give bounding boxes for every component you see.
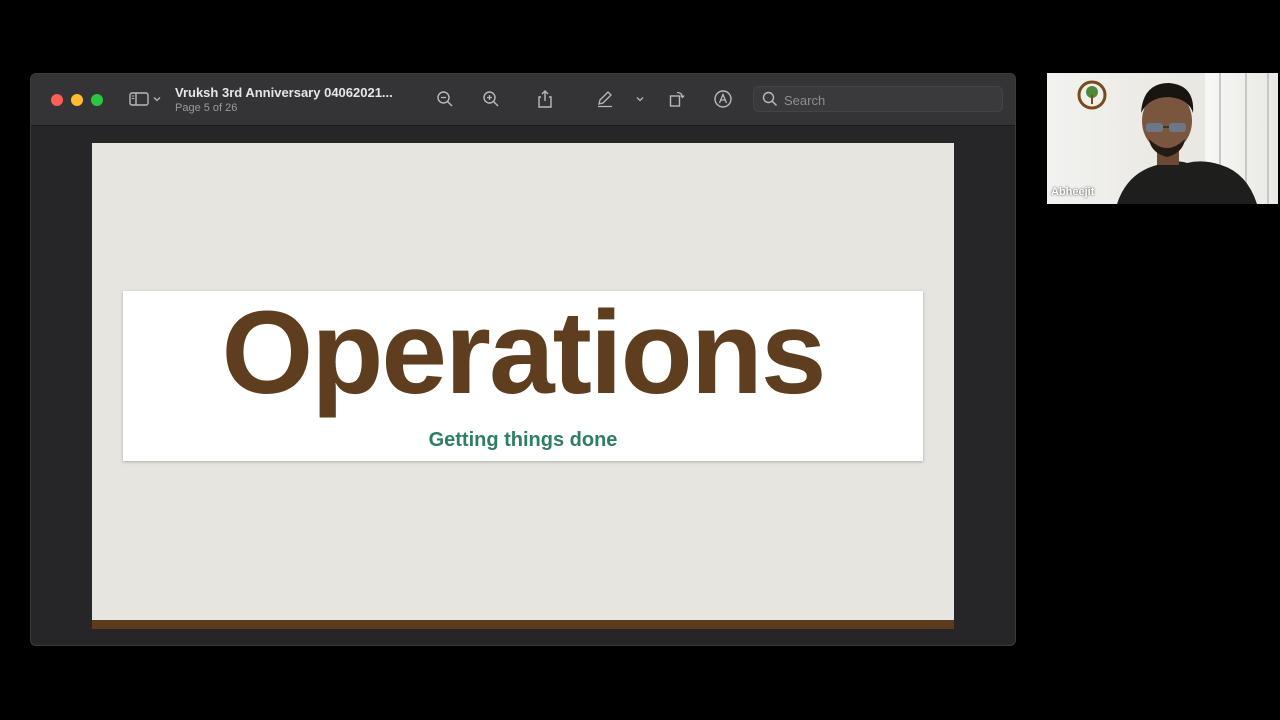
sidebar-icon [128,92,149,106]
zoom-in-icon [483,91,499,107]
markup-button[interactable] [593,86,617,112]
markup-pen-icon [598,91,612,108]
document-viewport[interactable]: Operations Getting things done [31,126,1015,645]
slide-page: Operations Getting things done [92,143,954,629]
maximize-window-button[interactable] [91,94,103,106]
participant-name: Abheejit [1051,186,1095,198]
page-indicator: Page 5 of 26 [175,102,238,114]
search-icon [762,91,778,107]
markup-options-button[interactable] [633,86,647,112]
slide-subtitle: Getting things done [428,429,618,451]
minimize-window-button[interactable] [71,94,83,106]
vruksh-logo-icon [1077,80,1107,110]
rotate-icon [669,91,685,107]
share-icon [538,90,552,108]
participant-video-feed [1117,83,1257,204]
rotate-button[interactable] [665,86,689,112]
annotate-button[interactable] [711,86,735,112]
slide-footer-bar [92,620,954,629]
participant-video-tile[interactable]: Abheejit [1047,73,1278,204]
chevron-down-icon [636,97,644,102]
share-button[interactable] [533,86,557,112]
zoom-in-button[interactable] [479,86,503,112]
zoom-out-icon [437,91,453,107]
zoom-out-button[interactable] [433,86,457,112]
search-input[interactable] [782,90,996,110]
document-title[interactable]: Vruksh 3rd Anniversary 04062021... [175,85,393,100]
toolbar: Vruksh 3rd Anniversary 04062021... Page … [31,74,1015,126]
sidebar-toggle-button[interactable] [127,86,163,112]
slide-title: Operations [221,287,827,419]
preview-window: Vruksh 3rd Anniversary 04062021... Page … [30,73,1016,646]
chevron-down-icon [153,97,160,102]
annotate-icon [714,90,732,108]
slide-title-box: Operations Getting things done [123,291,923,461]
close-window-button[interactable] [51,94,63,106]
search-field[interactable] [753,86,1003,112]
